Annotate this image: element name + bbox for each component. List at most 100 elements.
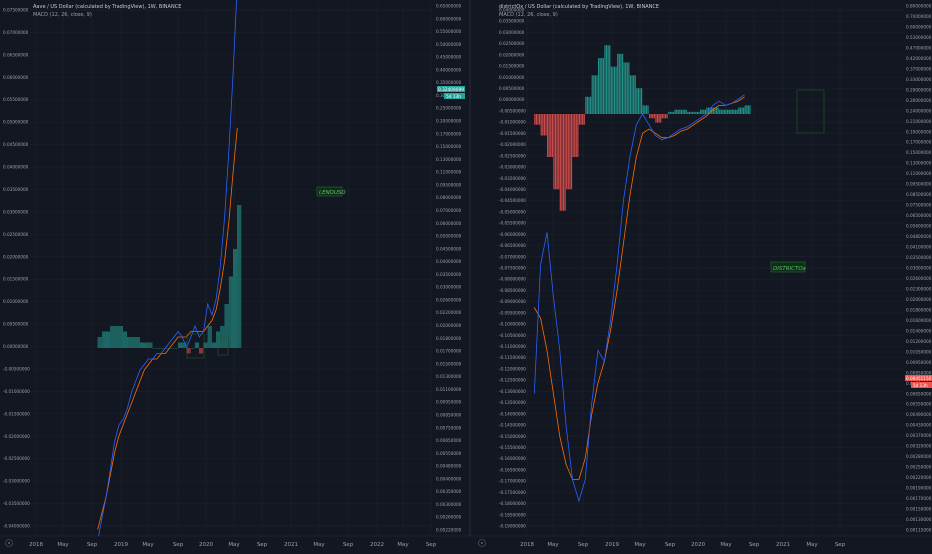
- left-price-tick: 0.02000000: [436, 323, 462, 328]
- left-plot-area[interactable]: [30, 0, 432, 536]
- right-histogram-bar: [690, 111, 692, 114]
- left-price-tick: 0.00750000: [436, 425, 462, 430]
- left-histogram-bar: [233, 249, 234, 348]
- right-histogram-bar: [688, 111, 691, 114]
- left-time-axis[interactable]: 2018 May Sep 2019 May Sep 2020 May Sep 2021 May Sep…: [29, 542, 437, 548]
- right-histogram-bar: [687, 111, 689, 114]
- right-price-tick: 0.29000000: [906, 87, 932, 92]
- right-macd-tick: 0.04000000: [499, 8, 525, 13]
- right-histogram-bar: [574, 114, 576, 157]
- right-time-tick: May: [806, 542, 818, 548]
- right-histogram-bar: [562, 114, 565, 211]
- left-histogram-bar: [97, 337, 99, 348]
- left-macd-tick: 0.02500000: [3, 232, 29, 237]
- right-histogram-bar: [661, 114, 663, 119]
- left-histogram-bar: [102, 331, 104, 348]
- right-macd-tick: -0.15000000: [499, 434, 526, 439]
- right-histogram-bar: [615, 66, 617, 114]
- right-macd-tick: -0.17500000: [499, 490, 526, 495]
- right-histogram-bar: [664, 114, 667, 119]
- left-histogram-bar: [162, 348, 163, 349]
- right-price-tick: 0.00280000: [906, 454, 932, 459]
- left-macd-tick: -0.04000000: [3, 524, 30, 529]
- right-macd-tick: 0.02000000: [499, 52, 525, 57]
- left-price-tick: 0.40000000: [436, 67, 462, 72]
- left-histogram-bar: [135, 337, 137, 348]
- right-price-tick: 0.00950000: [906, 360, 932, 365]
- right-price-tick: 0.80000000: [906, 4, 932, 9]
- right-price-tick: 0.02600000: [906, 276, 932, 281]
- left-price-tick: 0.00950000: [436, 400, 462, 405]
- right-macd-tick: -0.07000000: [499, 254, 526, 259]
- right-histogram-bar: [575, 114, 577, 157]
- right-macd-tick: -0.14500000: [499, 423, 526, 428]
- left-histogram-bar: [125, 331, 126, 348]
- right-price-tick: 0.00220000: [906, 475, 932, 480]
- left-time-tick: May: [142, 542, 154, 548]
- left-histogram-bar: [104, 331, 105, 348]
- right-histogram-bar: [598, 58, 600, 114]
- right-histogram-bar: [620, 53, 622, 114]
- right-histogram-bar: [645, 105, 648, 114]
- right-histogram-bar: [674, 109, 676, 114]
- left-histogram-bar: [128, 337, 130, 348]
- left-price-tick: 0.11000000: [436, 170, 462, 175]
- right-histogram-bar: [704, 109, 706, 114]
- right-histogram-bar: [650, 114, 652, 119]
- right-macd-tick: -0.07500000: [499, 266, 526, 271]
- right-histogram-bar: [698, 111, 700, 114]
- left-histogram-bar: [189, 348, 191, 354]
- right-price-tick: 0.17000000: [906, 140, 932, 145]
- right-histogram-bar: [553, 114, 555, 190]
- left-price-tick: 0.15000000: [436, 144, 462, 149]
- left-price-tick: 0.35000000: [436, 80, 462, 85]
- right-price-tick: 0.53000000: [906, 35, 932, 40]
- right-macd-tick: 0.00500000: [499, 86, 525, 91]
- right-time-tick: 2019: [605, 542, 619, 548]
- right-histogram-bar: [580, 114, 582, 125]
- right-histogram-bar: [731, 109, 734, 114]
- left-histogram-bar: [202, 348, 204, 354]
- left-price-tick: 0.17000000: [436, 131, 462, 136]
- right-price-tick: 0.70000000: [906, 14, 932, 19]
- left-macd-tick: 0.00000000: [3, 344, 29, 349]
- right-macd-tick: -0.09000000: [499, 299, 526, 304]
- right-time-tick: Sep: [749, 542, 760, 548]
- right-histogram-bar: [594, 75, 597, 114]
- right-histogram-bar: [617, 53, 619, 114]
- left-histogram-bar: [137, 337, 139, 348]
- left-macd-tick: 0.04500000: [3, 142, 29, 147]
- right-time-tick: May: [547, 542, 559, 548]
- right-histogram-bar: [715, 107, 718, 114]
- left-price-tick: 0.00220000: [436, 528, 462, 533]
- left-price-tick: 0.00480000: [436, 464, 462, 469]
- right-macd-tick: -0.10500000: [499, 333, 526, 338]
- right-macd-tick: -0.16000000: [499, 456, 526, 461]
- left-histogram-bar: [148, 342, 150, 348]
- left-price-tick: 0.03000000: [436, 285, 462, 290]
- left-histogram-bar: [175, 348, 177, 349]
- right-histogram-bar: [701, 109, 703, 114]
- chart-canvas[interactable]: LENDUSD Aave / US Dollar (calculated by …: [0, 0, 932, 550]
- left-histogram-bar: [238, 205, 240, 348]
- right-time-tick: May: [634, 542, 646, 548]
- left-histogram-bar: [234, 249, 235, 348]
- right-macd-tick: -0.01500000: [499, 131, 526, 136]
- left-time-tick: 2018: [29, 542, 43, 548]
- left-histogram-bar: [198, 342, 199, 348]
- left-time-tick: Sep: [173, 542, 184, 548]
- right-histogram-bar: [658, 114, 660, 123]
- right-macd-tick: 0.01000000: [499, 75, 525, 80]
- left-histogram-bar: [190, 348, 192, 349]
- right-histogram-bar: [682, 109, 684, 114]
- right-macd-tick: -0.19000000: [499, 524, 526, 529]
- right-price-tick: 0.37000000: [906, 66, 932, 71]
- right-histogram-bar: [585, 96, 587, 114]
- left-chart-panel[interactable]: LENDUSD Aave / US Dollar (calculated by …: [3, 0, 465, 541]
- right-histogram-bar: [623, 62, 625, 114]
- time-axis-bar[interactable]: [0, 536, 932, 550]
- right-chart-panel[interactable]: DISTRICTOx districtOx / US Dollar (calcu…: [496, 0, 932, 536]
- right-macd-tick: -0.17000000: [499, 479, 526, 484]
- left-macd-tick: -0.03500000: [3, 501, 30, 506]
- right-price-tick: 0.47000000: [906, 45, 932, 50]
